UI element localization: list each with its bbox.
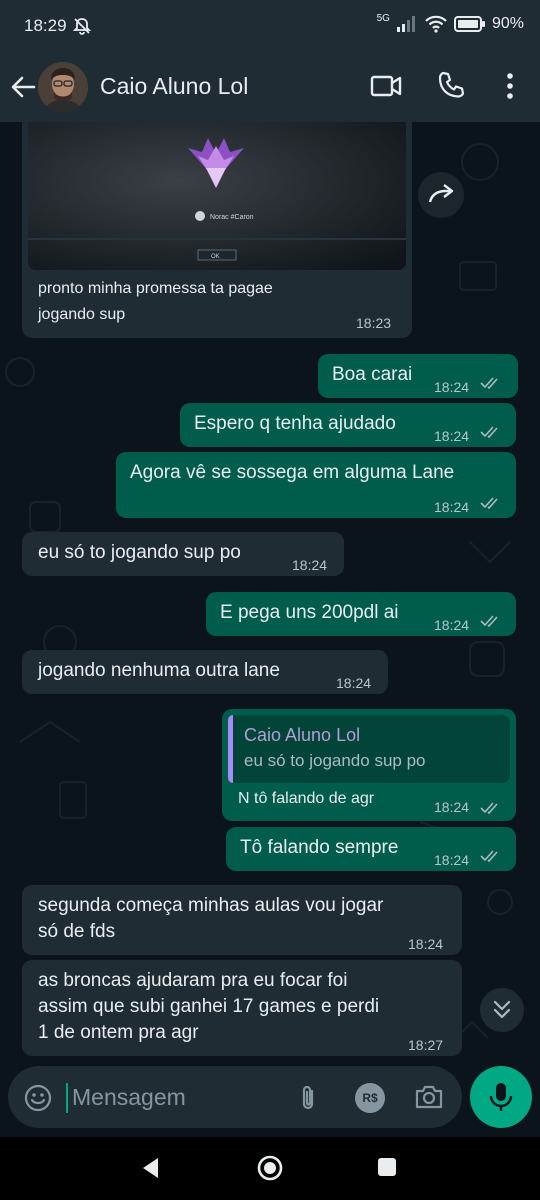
text-caret xyxy=(66,1083,68,1113)
message-time: 18:24 xyxy=(408,936,444,952)
message-text-line: as broncas ajudaram pra eu focar foi xyxy=(38,970,348,991)
image-ok-button: OK xyxy=(211,254,220,260)
read-ticks-icon xyxy=(480,377,498,390)
message-text: eu só to jogando sup po xyxy=(38,542,241,563)
network-label: 5G xyxy=(376,12,390,24)
message-time: 18:24 xyxy=(292,557,328,573)
chat-area[interactable]: Norac #Caron OK pronto minha promessa ta… xyxy=(0,122,540,1137)
read-ticks-icon xyxy=(480,426,498,439)
message-bubble-outgoing[interactable]: Boa carai 18:24 xyxy=(318,354,518,398)
message-bubble-incoming[interactable]: as broncas ajudaram pra eu focar foi ass… xyxy=(22,960,462,1056)
emoji-icon[interactable] xyxy=(24,1084,52,1112)
read-ticks-icon xyxy=(480,615,498,628)
message-time: 18:24 xyxy=(434,428,470,444)
message-bubble-outgoing[interactable]: Espero q tenha ajudado 18:24 xyxy=(180,403,516,447)
message-text: E pega uns 200pdl ai xyxy=(220,602,399,623)
message-text-line: jogando sup xyxy=(38,306,126,323)
message-bubble-incoming[interactable]: jogando nenhuma outra lane 18:24 xyxy=(22,650,388,694)
quoted-message[interactable]: Caio Aluno Lol eu só to jogando sup po xyxy=(228,715,510,783)
nav-home-icon[interactable] xyxy=(255,1153,285,1183)
message-text-line: 1 de ontem pra agr xyxy=(38,1022,199,1043)
status-time: 18:29 xyxy=(24,16,67,35)
message-input[interactable]: Mensagem xyxy=(72,1084,186,1111)
message-time: 18:24 xyxy=(434,379,470,395)
message-text-line: pronto minha promessa ta pagae xyxy=(38,280,273,297)
message-time: 18:27 xyxy=(408,1037,444,1053)
attach-icon[interactable] xyxy=(296,1083,320,1113)
contact-name[interactable]: Caio Aluno Lol xyxy=(100,73,248,100)
message-bubble-incoming[interactable]: eu só to jogando sup po 18:24 xyxy=(22,532,344,576)
message-text: jogando nenhuma outra lane xyxy=(38,660,280,681)
battery-icon xyxy=(453,16,485,32)
chat-header: Caio Aluno Lol xyxy=(0,52,540,122)
message-time: 18:24 xyxy=(434,617,470,633)
shared-image[interactable]: Norac #Caron OK xyxy=(28,122,406,270)
message-time: 18:24 xyxy=(434,852,470,868)
voice-record-button[interactable] xyxy=(470,1066,532,1128)
wifi-icon xyxy=(425,15,447,33)
quote-accent-bar xyxy=(228,715,233,783)
message-bubble-outgoing[interactable]: Agora vê se sossega em alguma Lane 18:24 xyxy=(116,452,516,518)
message-bubble-outgoing[interactable]: E pega uns 200pdl ai 18:24 xyxy=(206,592,516,636)
message-text: Agora vê se sossega em alguma Lane xyxy=(130,462,455,483)
game-screenshot: Norac #Caron OK xyxy=(28,122,406,270)
status-bar: 18:29 5G 90% xyxy=(0,0,540,52)
message-time: 18:24 xyxy=(336,675,372,691)
player-tag: Norac #Caron xyxy=(210,214,254,221)
read-ticks-icon xyxy=(480,497,498,510)
scroll-to-bottom-button[interactable] xyxy=(480,988,524,1032)
message-text: N tô falando de agr xyxy=(238,790,375,807)
avatar[interactable] xyxy=(38,62,88,112)
quoted-text: eu só to jogando sup po xyxy=(244,751,426,770)
message-time: 18:24 xyxy=(434,799,470,815)
read-ticks-icon xyxy=(480,850,498,863)
signal-icon xyxy=(396,16,415,32)
message-bubble-outgoing[interactable]: Tô falando sempre 18:24 xyxy=(226,827,516,871)
message-text-line: segunda começa minhas aulas vou jogar xyxy=(38,895,384,916)
voice-call-icon[interactable] xyxy=(436,70,466,100)
mute-bell-icon xyxy=(72,18,92,35)
mic-icon xyxy=(489,1083,513,1111)
pix-icon[interactable]: R$ xyxy=(355,1083,385,1113)
message-time: 18:24 xyxy=(434,499,470,515)
nav-recents-icon[interactable] xyxy=(376,1156,398,1178)
forward-button[interactable] xyxy=(418,172,464,218)
forward-icon xyxy=(428,184,454,203)
read-ticks-icon xyxy=(480,802,498,815)
message-text-line: assim que subi ganhei 17 games e perdi xyxy=(38,996,380,1017)
message-text: Espero q tenha ajudado xyxy=(194,413,396,434)
chevron-down-icon xyxy=(493,1000,511,1019)
message-text: Boa carai xyxy=(332,364,413,385)
message-bubble-incoming[interactable]: segunda começa minhas aulas vou jogar só… xyxy=(22,885,462,955)
camera-icon[interactable] xyxy=(414,1084,444,1110)
message-text-line: só de fds xyxy=(38,921,116,942)
nav-back-icon[interactable] xyxy=(138,1155,164,1181)
back-arrow-icon[interactable] xyxy=(8,72,38,102)
message-time: 18:23 xyxy=(356,315,392,331)
system-nav-bar xyxy=(0,1137,540,1200)
message-composer[interactable]: Mensagem R$ xyxy=(8,1066,462,1128)
video-call-icon[interactable] xyxy=(370,72,402,100)
quoted-author: Caio Aluno Lol xyxy=(244,725,361,745)
message-text: Tô falando sempre xyxy=(240,837,399,858)
battery-level: 90% xyxy=(491,15,524,32)
more-icon[interactable] xyxy=(498,70,522,102)
pix-label: R$ xyxy=(362,1091,378,1105)
